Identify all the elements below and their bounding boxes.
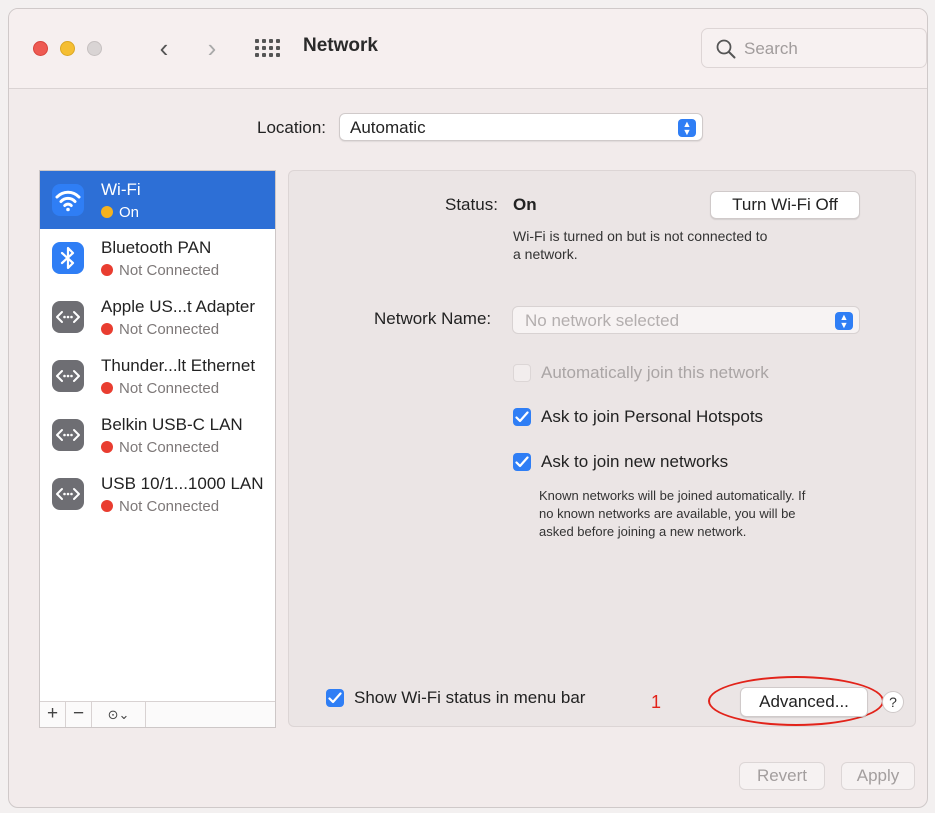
service-status: Not Connected — [101, 262, 219, 279]
service-status: Not Connected — [101, 321, 219, 338]
service-item-wifi[interactable]: Wi-Fi On — [40, 171, 275, 229]
advanced-button[interactable]: Advanced... — [740, 687, 868, 717]
auto-join-label: Automatically join this network — [541, 363, 769, 382]
service-status: Not Connected — [101, 498, 219, 515]
auto-join-checkbox[interactable] — [513, 364, 531, 382]
network-name-placeholder: No network selected — [525, 311, 680, 330]
status-dot-icon — [101, 264, 113, 276]
status-dot-icon — [101, 323, 113, 335]
search-icon — [716, 39, 736, 59]
service-name: Apple US...t Adapter — [101, 297, 256, 316]
service-name: Thunder...lt Ethernet — [101, 356, 256, 375]
status-description-line: Wi-Fi is turned on but is not connected … — [513, 228, 768, 244]
window-title: Network — [303, 35, 378, 56]
annotation-step-number: 1 — [651, 692, 662, 712]
service-item-usb-lan[interactable]: USB 10/1...1000 LAN Not Connected — [40, 465, 275, 523]
service-status: Not Connected — [101, 380, 219, 397]
new-networks-note: Known networks will be joined automatica… — [539, 487, 869, 541]
status-label: Status: — [445, 195, 498, 214]
service-name: USB 10/1...1000 LAN — [101, 474, 264, 493]
ethernet-adapter-icon — [52, 301, 84, 333]
revert-button[interactable]: Revert — [739, 762, 825, 790]
ethernet-adapter-icon — [52, 478, 84, 510]
back-arrow-icon[interactable]: ‹ — [151, 33, 177, 63]
zoom-window-button[interactable] — [87, 41, 102, 56]
show-wifi-status-label: Show Wi-Fi status in menu bar — [354, 688, 586, 707]
service-status-text: On — [119, 204, 140, 221]
note-line: no known networks are available, you wil… — [539, 506, 796, 521]
search-field[interactable]: Search — [701, 28, 927, 68]
location-label: Location: — [257, 118, 326, 137]
service-actions-menu-button[interactable]: ⊙⌄ — [92, 702, 146, 727]
minimize-window-button[interactable] — [60, 41, 75, 56]
service-status-text: Not Connected — [119, 321, 220, 338]
service-status: Not Connected — [101, 439, 219, 456]
service-item-thunderbolt-ethernet[interactable]: Thunder...lt Ethernet Not Connected — [40, 347, 275, 405]
service-list: Wi-Fi On Bluetooth PAN Not Connected App… — [39, 170, 276, 728]
network-name-label: Network Name: — [374, 309, 492, 328]
network-name-stepper-icon: ▲ ▼ — [835, 312, 853, 330]
titlebar: ‹ › Network Search — [9, 9, 927, 89]
search-placeholder: Search — [744, 39, 798, 58]
ask-personal-hotspots-label: Ask to join Personal Hotspots — [541, 407, 764, 426]
status-dot-icon — [101, 500, 113, 512]
service-item-belkin-usb-c-lan[interactable]: Belkin USB-C LAN Not Connected — [40, 406, 275, 464]
service-status-text: Not Connected — [119, 380, 220, 397]
show-all-grid-icon[interactable] — [255, 39, 281, 59]
turn-wifi-off-button[interactable]: Turn Wi-Fi Off — [710, 191, 860, 219]
checkmark-icon — [328, 692, 342, 704]
status-description: Wi-Fi is turned on but is not connected … — [513, 227, 767, 263]
service-name: Bluetooth PAN — [101, 238, 212, 257]
checkmark-icon — [515, 456, 529, 468]
ask-personal-hotspots-checkbox[interactable] — [513, 408, 531, 426]
status-description-line: a network. — [513, 246, 578, 262]
location-value: Automatic — [350, 118, 426, 137]
service-status-text: Not Connected — [119, 439, 220, 456]
desktop-background: ‹ › Network Search Location: Automatic ▲… — [0, 0, 935, 813]
status-dot-icon — [101, 206, 113, 218]
note-line: Known networks will be joined automatica… — [539, 488, 806, 503]
service-status-text: Not Connected — [119, 498, 220, 515]
bluetooth-icon — [52, 242, 84, 274]
checkmark-icon — [515, 411, 529, 423]
show-wifi-status-checkbox[interactable] — [326, 689, 344, 707]
ethernet-adapter-icon — [52, 419, 84, 451]
ask-new-networks-checkbox[interactable] — [513, 453, 531, 471]
network-preferences-window: ‹ › Network Search Location: Automatic ▲… — [8, 8, 928, 808]
status-value: On — [513, 195, 537, 214]
ask-new-networks-label: Ask to join new networks — [541, 452, 729, 471]
remove-service-button[interactable]: − — [66, 702, 92, 727]
status-dot-icon — [101, 441, 113, 453]
location-stepper-icon: ▲ ▼ — [678, 119, 696, 137]
apply-button[interactable]: Apply — [841, 762, 915, 790]
note-line: asked before joining a new network. — [539, 524, 747, 539]
wifi-icon — [52, 184, 84, 216]
service-name: Belkin USB-C LAN — [101, 415, 243, 434]
wifi-detail-panel: Status: On Turn Wi-Fi Off Wi-Fi is turne… — [288, 170, 916, 727]
location-select[interactable]: Automatic ▲ ▼ — [339, 113, 703, 141]
service-item-apple-usb-adapter[interactable]: Apple US...t Adapter Not Connected — [40, 288, 275, 346]
network-name-select[interactable]: No network selected ▲ ▼ — [512, 306, 860, 334]
service-list-toolbar: + − ⊙⌄ — [40, 701, 275, 727]
add-service-button[interactable]: + — [40, 702, 66, 727]
status-dot-icon — [101, 382, 113, 394]
ethernet-adapter-icon — [52, 360, 84, 392]
service-name: Wi-Fi — [101, 180, 141, 199]
service-item-bluetooth-pan[interactable]: Bluetooth PAN Not Connected — [40, 229, 275, 287]
close-window-button[interactable] — [33, 41, 48, 56]
service-status: On — [101, 204, 139, 221]
help-button[interactable]: ? — [882, 691, 904, 713]
service-status-text: Not Connected — [119, 262, 220, 279]
forward-arrow-icon[interactable]: › — [199, 33, 225, 63]
